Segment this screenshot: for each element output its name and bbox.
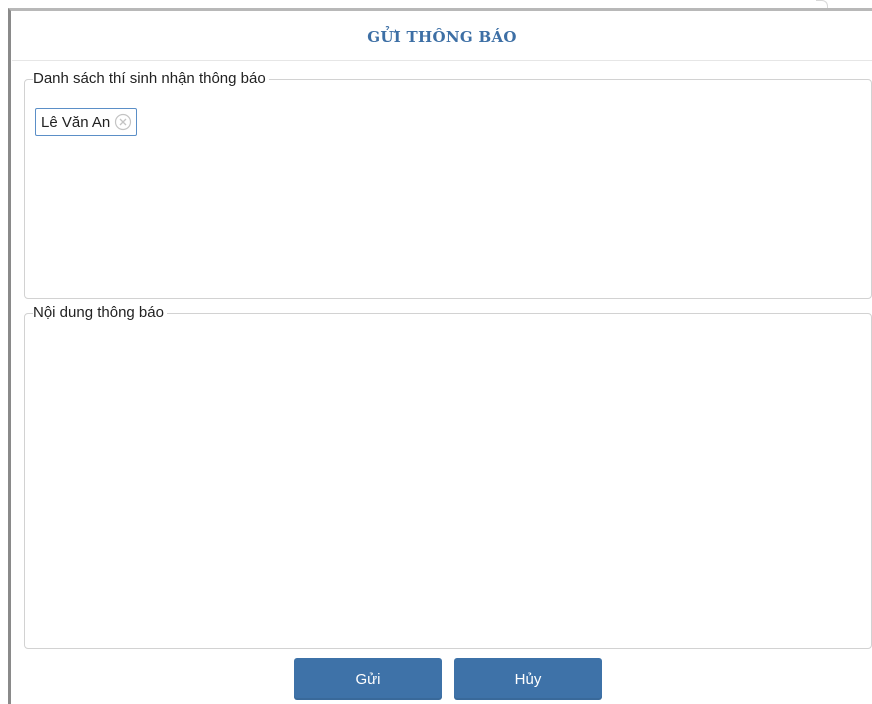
title-divider [12, 60, 872, 61]
dialog-title: GỬI THÔNG BÁO [367, 28, 517, 46]
close-circle-icon[interactable] [114, 113, 132, 131]
content-textarea[interactable] [29, 344, 869, 660]
content-panel: Nội dung thông báo [24, 304, 872, 660]
content-panel-legend: Nội dung thông báo [33, 304, 164, 321]
recipient-tag[interactable]: Lê Văn An [35, 108, 138, 136]
recipient-name: Lê Văn An [41, 113, 111, 131]
recipients-panel-legend: Danh sách thí sinh nhận thông báo [33, 70, 266, 87]
send-button[interactable]: Gửi [294, 658, 442, 700]
window-corner-mark [816, 0, 828, 8]
recipients-panel: Danh sách thí sinh nhận thông báo Lê Văn… [24, 70, 872, 299]
cancel-button[interactable]: Hủy [454, 658, 602, 700]
